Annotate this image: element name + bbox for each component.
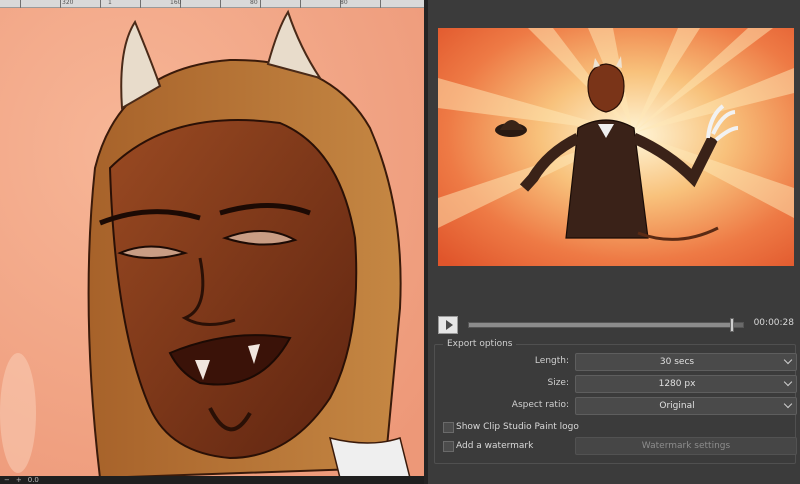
zoom-value: 0.0 [27, 476, 39, 484]
play-button[interactable] [438, 316, 458, 334]
canvas-panel[interactable]: 320 1 160 80 80 − + 0.0 [0, 0, 424, 484]
watermark-settings-button[interactable]: Watermark settings [575, 437, 797, 455]
export-options-group: Export options Length: 30 secs Size: 128… [434, 339, 797, 464]
time-label: 00:00:28 [753, 318, 794, 328]
timeline-progress [469, 323, 733, 327]
add-watermark-label[interactable]: Add a watermark [456, 441, 533, 451]
size-label: Size: [547, 378, 569, 388]
chevron-down-icon [783, 399, 793, 409]
aspect-ratio-select[interactable]: Original [575, 397, 797, 415]
show-logo-checkbox[interactable] [443, 421, 454, 433]
timeline-slider[interactable] [468, 318, 744, 332]
ruler-label: 320 [62, 0, 74, 6]
export-panel: 00:00:28 Export options Length: 30 secs … [428, 0, 800, 484]
ruler-label: 160 [170, 0, 182, 6]
timeline-handle[interactable] [730, 318, 735, 332]
add-watermark-row[interactable]: Add a watermark [443, 439, 533, 453]
app-window: 320 1 160 80 80 − + 0.0 00:00:28 Export … [0, 0, 800, 484]
aspect-ratio-label: Aspect ratio: [511, 400, 569, 410]
length-label: Length: [534, 356, 569, 366]
play-icon [445, 320, 453, 330]
export-options-title: Export options [443, 339, 517, 349]
length-value: 30 secs [659, 357, 695, 367]
ruler-label: 80 [340, 0, 348, 6]
canvas-artwork[interactable] [0, 8, 424, 478]
chevron-down-icon [783, 355, 793, 365]
size-select[interactable]: 1280 px [575, 375, 797, 393]
size-row: Size: 1280 px [435, 375, 797, 393]
ruler-label: 1 [108, 0, 112, 6]
horizontal-ruler: 320 1 160 80 80 [0, 0, 424, 8]
canvas-statusbar: − + 0.0 [0, 476, 424, 484]
ruler-label: 80 [250, 0, 258, 6]
aspect-ratio-value: Original [659, 401, 695, 411]
chevron-down-icon [783, 377, 793, 387]
aspect-ratio-row: Aspect ratio: Original [435, 397, 797, 415]
add-watermark-checkbox[interactable] [443, 440, 454, 452]
show-logo-label[interactable]: Show Clip Studio Paint logo [456, 422, 579, 432]
length-select[interactable]: 30 secs [575, 353, 797, 371]
zoom-in-button[interactable]: + [16, 476, 22, 484]
length-row: Length: 30 secs [435, 353, 797, 371]
timelapse-preview [438, 28, 794, 266]
show-logo-row[interactable]: Show Clip Studio Paint logo [443, 420, 579, 434]
size-value: 1280 px [658, 379, 696, 389]
zoom-out-button[interactable]: − [4, 476, 10, 484]
timelapse-player: 00:00:28 [438, 314, 794, 336]
